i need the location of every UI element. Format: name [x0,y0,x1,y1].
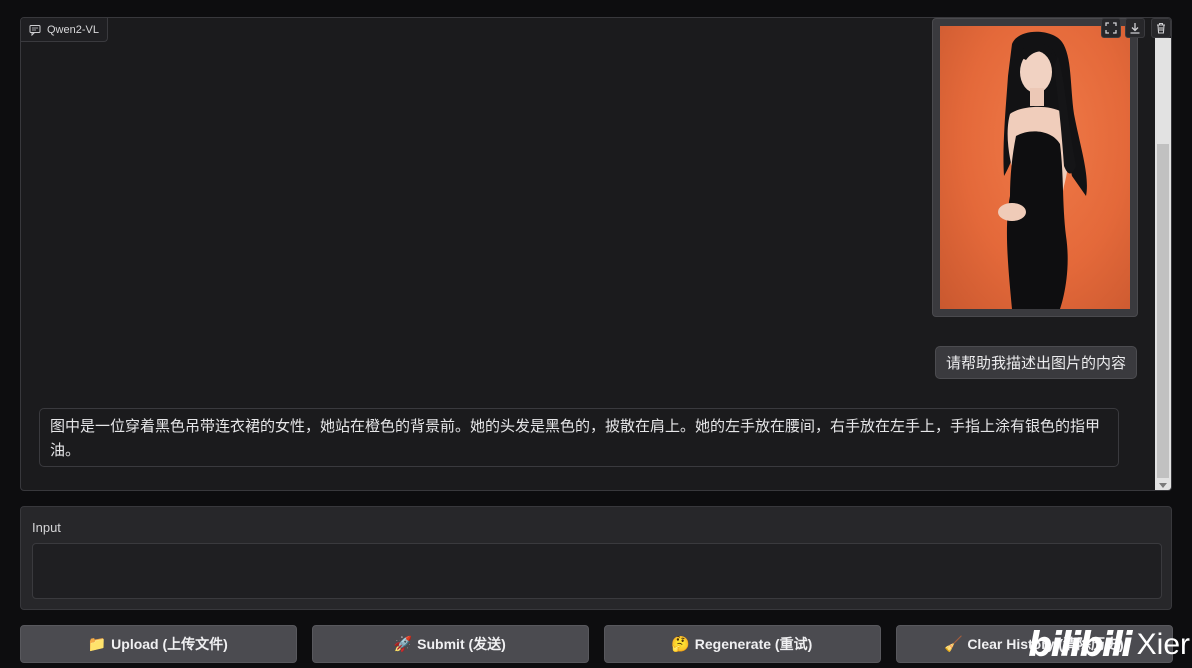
rocket-icon: 🚀 [393,636,413,653]
chat-icon [29,24,41,36]
bot-message: 图中是一位穿着黑色吊带连衣裙的女性，她站在橙色的背景前。她的头发是黑色的，披散在… [39,408,1119,467]
thinking-face-icon: 🤔 [671,636,691,653]
watermark-text: Xier [1136,628,1190,661]
regenerate-button[interactable]: 🤔 Regenerate (重试) [604,625,881,663]
input-field[interactable] [32,543,1162,599]
input-panel: Input [20,506,1172,610]
uploaded-photo [940,26,1130,309]
input-label: Input [32,520,61,535]
watermark: bilibili Xier [1028,622,1190,668]
user-message: 请帮助我描述出图片的内容 [934,346,1137,379]
scroll-down-icon[interactable] [1159,483,1167,488]
bilibili-logo: bilibili [1028,625,1133,665]
submit-button[interactable]: 🚀 Submit (发送) [312,625,589,663]
broom-icon: 🧹 [943,636,963,653]
submit-button-label: Submit (发送) [417,636,506,652]
upload-button[interactable]: 📁 Upload (上传文件) [20,625,297,663]
chatbot-label-text: Qwen2-VL [47,23,99,36]
fullscreen-icon[interactable] [1101,18,1121,38]
chatbot-label: Qwen2-VL [21,18,108,42]
scrollbar-thumb[interactable] [1157,144,1169,478]
image-toolbar [1101,18,1145,38]
action-button-row: 📁 Upload (上传文件) 🚀 Submit (发送) 🤔 Regenera… [20,625,1173,663]
regenerate-button-label: Regenerate (重试) [694,636,813,652]
trash-icon[interactable] [1151,18,1171,38]
download-icon[interactable] [1125,18,1145,38]
chat-scrollbar[interactable] [1155,38,1171,490]
folder-icon: 📁 [87,636,107,653]
upload-button-label: Upload (上传文件) [111,636,228,652]
chatbot-panel: Qwen2-VL 请帮助我描述出图片的内容 图中是一位穿着黑色吊带连衣裙的女性，… [20,17,1172,491]
image-message[interactable] [932,18,1138,317]
